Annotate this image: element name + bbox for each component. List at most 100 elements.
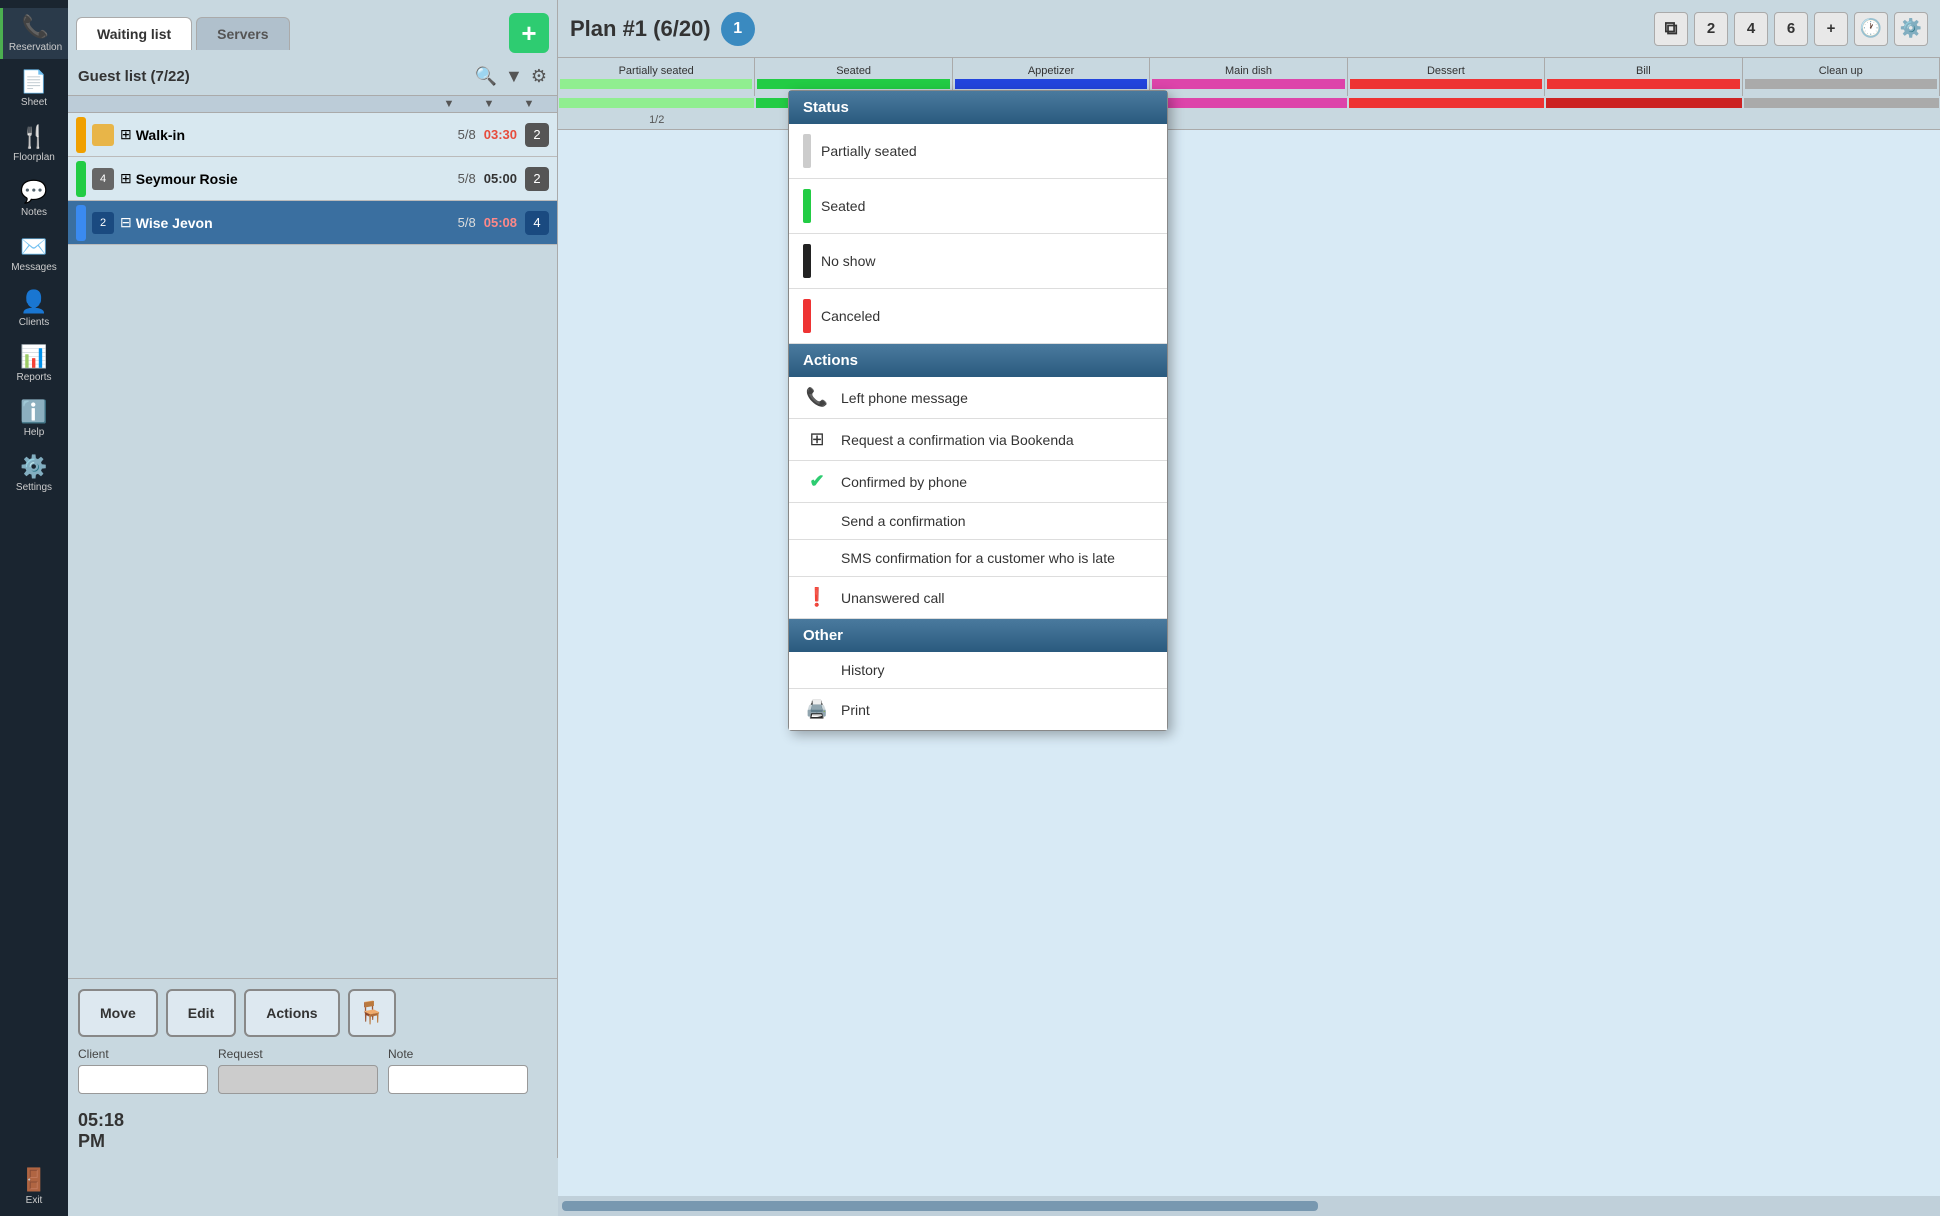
sidebar-item-messages[interactable]: ✉️ Messages	[0, 228, 68, 279]
tab-servers[interactable]: Servers	[196, 17, 289, 50]
sidebar-item-reservation[interactable]: 📞 Reservation	[0, 8, 68, 59]
table-row[interactable]: ⊞ Walk-in 5/8 03:30 2	[68, 113, 557, 157]
dessert-color	[1350, 79, 1542, 89]
sidebar-item-exit[interactable]: 🚪 Exit	[0, 1161, 68, 1212]
person-seated-icon: 🪑	[358, 1000, 385, 1026]
tab-waiting-list[interactable]: Waiting list	[76, 17, 192, 50]
menu-item-send-confirmation[interactable]: Send a confirmation	[789, 503, 1167, 540]
menu-item-print[interactable]: 🖨️ Print	[789, 689, 1167, 730]
note-input[interactable]	[388, 1065, 528, 1094]
dessert-progress	[1349, 98, 1544, 108]
status-dot-canceled	[803, 299, 811, 333]
guest-name: Wise Jevon	[136, 215, 458, 231]
plan-header: Plan #1 (6/20) 1 ⧉ 2 4 6 + 🕐 ⚙️	[558, 0, 1940, 58]
partially-seated-progress	[559, 98, 754, 108]
main-dish-color	[1152, 79, 1344, 89]
status-dessert: Dessert	[1348, 58, 1545, 96]
appetizer-color	[955, 79, 1147, 89]
table-row[interactable]: 2 ⊟ Wise Jevon 5/8 05:08 4	[68, 201, 557, 245]
guest-name: Seymour Rosie	[136, 171, 458, 187]
guest-list-header: Guest list (7/22) 🔍 ▼ ⚙	[68, 58, 557, 96]
settings-plan-button[interactable]: ⚙️	[1894, 12, 1928, 46]
other-section-header: Other	[789, 619, 1167, 652]
move-button[interactable]: Move	[78, 989, 158, 1037]
guest-date: 5/8	[458, 215, 476, 230]
sidebar-item-floorplan[interactable]: 🍴 Floorplan	[0, 118, 68, 169]
guest-time: 05:00	[484, 171, 517, 186]
bookenda-icon: ⊞	[803, 429, 831, 450]
status-clean-up: Clean up	[1743, 58, 1940, 96]
gear-plan-icon: ⚙️	[1900, 18, 1922, 39]
menu-item-seated[interactable]: Seated	[789, 179, 1167, 234]
menu-item-partially-seated[interactable]: Partially seated	[789, 124, 1167, 179]
floor-area: 9	[558, 130, 1940, 1196]
sidebar-item-settings[interactable]: ⚙️ Settings	[0, 448, 68, 499]
request-input[interactable]	[218, 1065, 378, 1094]
sidebar-item-notes[interactable]: 💬 Notes	[0, 173, 68, 224]
status-color	[76, 117, 86, 153]
checkmark-icon: ✔	[803, 471, 831, 492]
messages-icon: ✉️	[20, 234, 47, 260]
plan-num-plus[interactable]: +	[1814, 12, 1848, 46]
info-fields: Client Request Note	[78, 1047, 547, 1094]
table-icon: ⊞	[120, 126, 132, 143]
progress-bars	[558, 96, 1940, 110]
table-row[interactable]: 4 ⊞ Seymour Rosie 5/8 05:00 2	[68, 157, 557, 201]
sidebar-item-clients[interactable]: 👤 Clients	[0, 283, 68, 334]
notes-icon: 💬	[20, 179, 47, 205]
add-reservation-button[interactable]: +	[509, 13, 549, 53]
menu-item-confirmed-phone[interactable]: ✔ Confirmed by phone	[789, 461, 1167, 503]
left-panel: Waiting list Servers + Guest list (7/22)…	[68, 0, 558, 1158]
menu-item-sms-late[interactable]: SMS confirmation for a customer who is l…	[789, 540, 1167, 577]
sidebar-item-sheet[interactable]: 📄 Sheet	[0, 63, 68, 114]
client-field: Client	[78, 1047, 208, 1094]
copy-button[interactable]: ⧉	[1654, 12, 1688, 46]
status-section-header: Status	[789, 91, 1167, 124]
menu-item-no-show[interactable]: No show	[789, 234, 1167, 289]
floorplan-icon: 🍴	[20, 124, 47, 150]
status-color	[76, 205, 86, 241]
exit-icon: 🚪	[20, 1167, 47, 1193]
sidebar-item-reports[interactable]: 📊 Reports	[0, 338, 68, 389]
gear-icon[interactable]: ⚙	[531, 66, 547, 87]
action-buttons: Move Edit Actions 🪑	[78, 989, 547, 1037]
menu-item-bookenda[interactable]: ⊞ Request a confirmation via Bookenda	[789, 419, 1167, 461]
main-content: Waiting list Servers + Guest list (7/22)…	[68, 0, 1940, 1216]
guest-count: 2	[525, 123, 549, 147]
client-input[interactable]	[78, 1065, 208, 1094]
plan-num-6[interactable]: 6	[1774, 12, 1808, 46]
status-color	[76, 161, 86, 197]
menu-item-history[interactable]: History	[789, 652, 1167, 689]
right-panel: Plan #1 (6/20) 1 ⧉ 2 4 6 + 🕐 ⚙️	[558, 0, 1940, 1216]
floor-scrollbar-thumb[interactable]	[562, 1201, 1318, 1211]
sidebar-item-help[interactable]: ℹ️ Help	[0, 393, 68, 444]
guest-date: 5/8	[458, 171, 476, 186]
plan-num-4[interactable]: 4	[1734, 12, 1768, 46]
status-dot-noshow	[803, 244, 811, 278]
table-icon: ⊟	[120, 214, 132, 231]
edit-button[interactable]: Edit	[166, 989, 236, 1037]
menu-item-canceled[interactable]: Canceled	[789, 289, 1167, 344]
reports-icon: 📊	[20, 344, 47, 370]
actions-button[interactable]: Actions	[244, 989, 339, 1037]
exclamation-icon: ❗	[803, 587, 831, 608]
clients-icon: 👤	[20, 289, 47, 315]
plan-num-2[interactable]: 2	[1694, 12, 1728, 46]
status-counts: 1/2	[558, 110, 1940, 130]
filter-icon[interactable]: ▼	[505, 66, 523, 87]
settings-icon: ⚙️	[20, 454, 47, 480]
menu-item-unanswered[interactable]: ❗ Unanswered call	[789, 577, 1167, 619]
search-icon[interactable]: 🔍	[475, 66, 497, 87]
floor-scrollbar-container[interactable]	[558, 1196, 1940, 1216]
actions-section-header: Actions	[789, 344, 1167, 377]
request-field: Request	[218, 1047, 378, 1094]
note-field: Note	[388, 1047, 528, 1094]
status-dot-partial	[803, 134, 811, 168]
menu-item-left-phone[interactable]: 📞 Left phone message	[789, 377, 1167, 419]
status-bar: Partially seated Seated Appetizer Main d…	[558, 58, 1940, 96]
context-menu: Status Partially seated Seated No show C…	[788, 90, 1168, 731]
seated-icon-button[interactable]: 🪑	[348, 989, 396, 1037]
plan-badge: 1	[721, 12, 755, 46]
main-dish-progress	[1151, 98, 1346, 108]
clock-button[interactable]: 🕐	[1854, 12, 1888, 46]
